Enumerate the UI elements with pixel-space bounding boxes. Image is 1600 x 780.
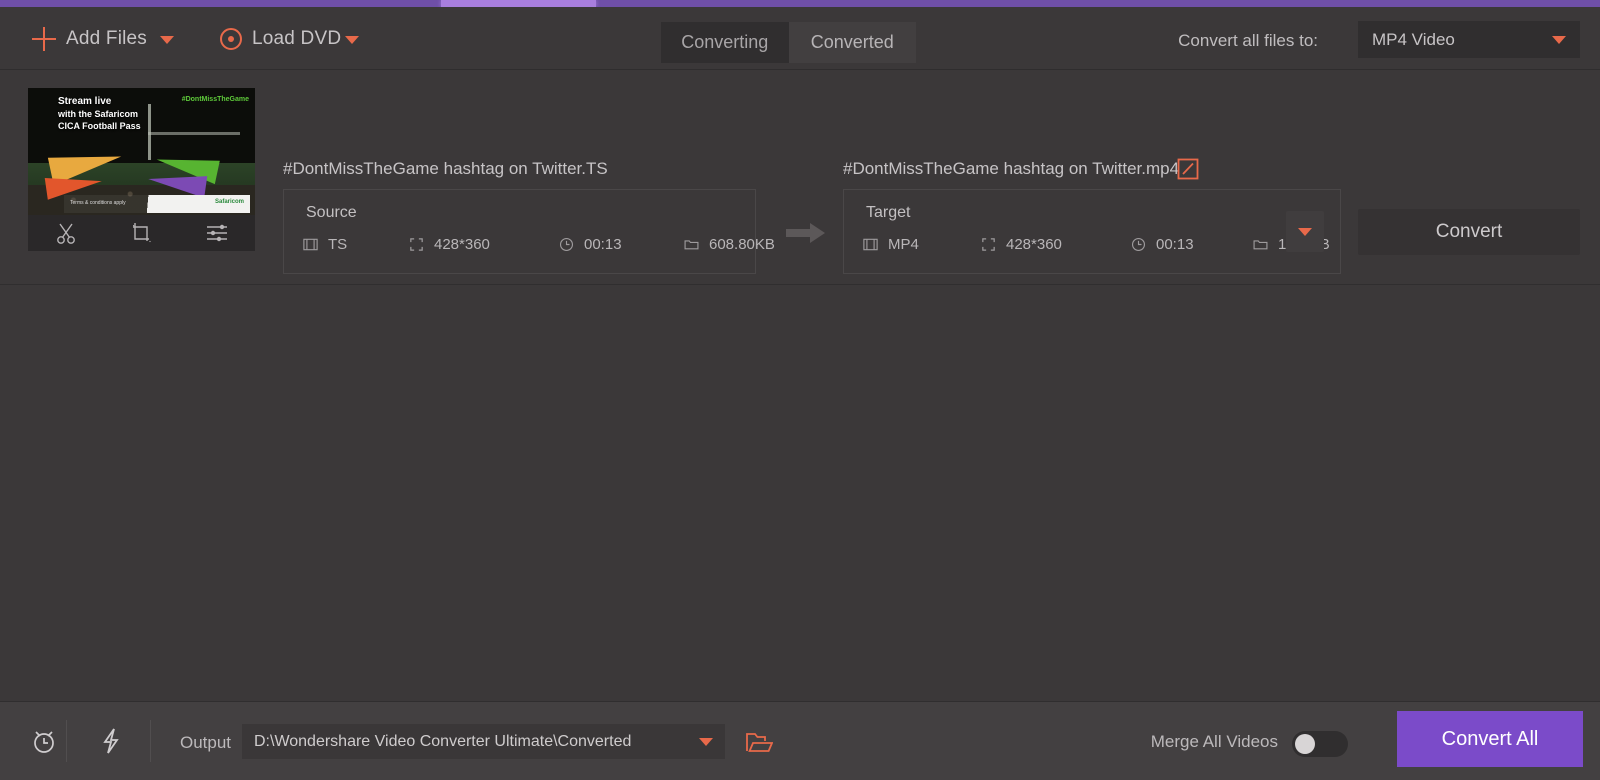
- clock-icon: [1131, 237, 1146, 252]
- folder-icon: [684, 240, 699, 250]
- source-panel: Source TS 428*360 00:13 608.80KB: [283, 189, 775, 274]
- source-format: TS: [302, 236, 408, 253]
- progress-bar-fill: [441, 0, 596, 7]
- view-tabs: Converting Converted: [661, 22, 916, 63]
- edit-pencil-icon[interactable]: [1177, 158, 1199, 180]
- thumbnail-corner-brand: #DontMissTheGame: [181, 96, 249, 103]
- source-file-name: #DontMissTheGame hashtag on Twitter.TS: [283, 159, 608, 178]
- output-label: Output: [180, 733, 232, 752]
- thumbnail-tools: [28, 215, 255, 251]
- chevron-down-icon: [1298, 227, 1312, 236]
- convert-all-files-to-label: Convert all files to:: [1178, 31, 1318, 50]
- thumbnail-headline-line2: with the Safaricom: [58, 109, 139, 119]
- toggle-knob: [1295, 734, 1315, 754]
- effect-icon[interactable]: [204, 220, 230, 246]
- thumbnail-banner: Terms & conditions apply Safaricom: [64, 195, 250, 213]
- film-icon: [863, 238, 878, 251]
- chevron-down-icon[interactable]: [699, 737, 713, 746]
- folder-icon: [1253, 240, 1268, 250]
- file-list-empty-area: [0, 285, 1600, 702]
- convert-all-button[interactable]: Convert All: [1397, 711, 1583, 767]
- lightning-bolt-icon[interactable]: [95, 725, 127, 757]
- open-folder-icon[interactable]: [745, 730, 774, 754]
- target-resolution: 428*360: [980, 236, 1130, 253]
- convert-button[interactable]: Convert: [1358, 209, 1580, 255]
- target-settings-dropdown-button[interactable]: [1286, 211, 1324, 252]
- output-path-input[interactable]: D:\Wondershare Video Converter Ultimate\…: [242, 724, 725, 759]
- footer-bar: Output D:\Wondershare Video Converter Ul…: [0, 701, 1600, 780]
- source-size: 608.80KB: [683, 236, 775, 253]
- output-format-value: MP4 Video: [1372, 29, 1455, 49]
- target-file-name: #DontMissTheGame hashtag on Twitter.mp4: [843, 159, 1180, 178]
- thumbnail-banner-logo: Safaricom: [214, 199, 244, 205]
- merge-all-videos-toggle[interactable]: [1292, 731, 1348, 757]
- load-dvd-chevron-down-icon[interactable]: [345, 36, 359, 44]
- disc-icon: [220, 28, 242, 50]
- source-duration: 00:13: [558, 236, 683, 253]
- trim-icon[interactable]: [53, 220, 79, 246]
- film-icon: [303, 238, 318, 251]
- resize-icon: [410, 238, 423, 251]
- header-toolbar: Add Files Load DVD Converting Converted …: [0, 7, 1600, 70]
- video-thumbnail[interactable]: Stream live with the Safaricom CICA Foot…: [28, 88, 255, 215]
- top-progress-bar: [0, 0, 1600, 7]
- merge-all-videos-label: Merge All Videos: [1150, 732, 1278, 751]
- target-meta: MP4 428*360 00:13 1.00MB: [862, 236, 1330, 253]
- thumbnail-banner-small-text: Terms & conditions apply: [70, 200, 126, 206]
- target-panel: Target MP4 428*360 00:13 1.00MB: [843, 189, 1341, 274]
- add-files-chevron-down-icon[interactable]: [160, 36, 174, 44]
- chevron-down-icon: [1552, 35, 1566, 44]
- target-duration: 00:13: [1130, 236, 1252, 253]
- clock-icon: [559, 237, 574, 252]
- arrow-right-icon: [786, 222, 826, 244]
- footer-divider-2: [150, 720, 151, 762]
- thumbnail-crossbar: [148, 132, 240, 135]
- target-panel-title: Target: [866, 204, 911, 221]
- source-meta: TS 428*360 00:13 608.80KB: [302, 236, 775, 253]
- load-dvd-button[interactable]: Load DVD: [220, 23, 341, 55]
- add-files-button[interactable]: Add Files: [32, 23, 147, 55]
- video-thumbnail-panel: Stream live with the Safaricom CICA Foot…: [28, 88, 255, 251]
- plus-icon: [32, 27, 56, 51]
- output-format-select[interactable]: MP4 Video: [1358, 21, 1580, 58]
- source-resolution: 428*360: [408, 236, 558, 253]
- thumbnail-headline-line3: CICA Football Pass: [58, 121, 141, 131]
- add-files-label: Add Files: [66, 28, 148, 49]
- target-format: MP4: [862, 236, 980, 253]
- crop-icon[interactable]: [128, 220, 154, 246]
- source-panel-title: Source: [306, 204, 357, 221]
- footer-divider-1: [66, 720, 67, 762]
- tab-converted[interactable]: Converted: [789, 22, 917, 63]
- alarm-clock-icon[interactable]: [28, 725, 60, 757]
- tab-converting[interactable]: Converting: [661, 22, 789, 63]
- output-path-value: D:\Wondershare Video Converter Ultimate\…: [254, 732, 632, 750]
- file-list-row: Stream live with the Safaricom CICA Foot…: [0, 70, 1600, 326]
- load-dvd-label: Load DVD: [252, 28, 342, 49]
- resize-icon: [982, 238, 995, 251]
